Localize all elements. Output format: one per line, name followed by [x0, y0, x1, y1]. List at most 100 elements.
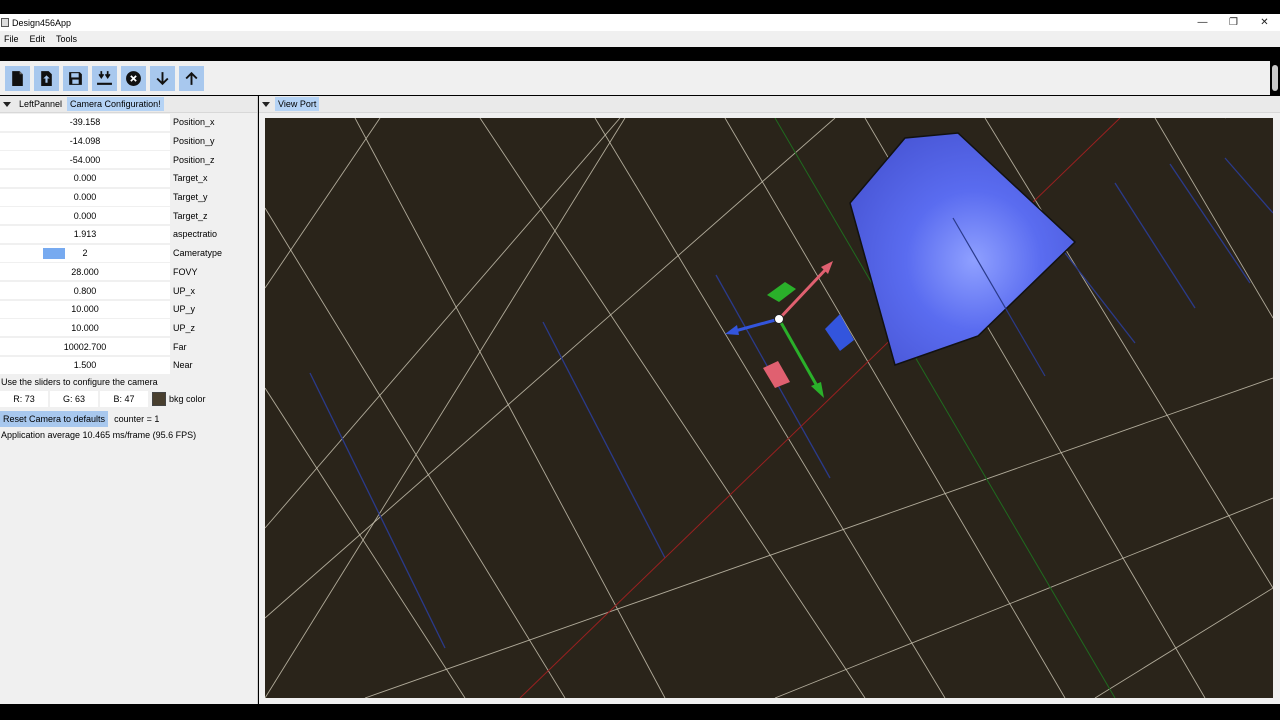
camera-value-text: 1.500 [73, 360, 97, 371]
gizmo-center-handle[interactable] [774, 314, 784, 324]
camera-value-text: 0.000 [73, 192, 97, 203]
camera-value-slider[interactable]: -39.158 [0, 113, 170, 131]
camera-value-text: -14.098 [69, 136, 101, 147]
camera-field-row: 2 Cameratype [0, 244, 257, 263]
camera-field-row: 1.500 Near [0, 356, 257, 375]
scene-3d[interactable] [265, 118, 1273, 698]
camera-field-label: UP_y [173, 304, 196, 315]
counter-text: counter = 1 [114, 413, 160, 424]
camera-value-text: -54.000 [69, 154, 101, 165]
maximize-icon: ❐ [1229, 17, 1238, 28]
bkg-red-input[interactable]: R: 73 [0, 391, 48, 408]
camera-field-row: 10002.700 Far [0, 337, 257, 356]
arrow-up-icon [185, 71, 198, 85]
camera-field-row: -14.098 Position_y [0, 132, 257, 151]
viewport-canvas[interactable] [265, 118, 1273, 698]
tab-camera-configuration[interactable]: Camera Configuration! [67, 97, 164, 111]
bkg-green-input[interactable]: G: 63 [50, 391, 98, 408]
minimize-button[interactable]: — [1187, 14, 1218, 31]
collapse-arrow-icon[interactable] [3, 101, 11, 107]
camera-field-label: Target_x [173, 173, 208, 184]
camera-value-text: 10002.700 [63, 341, 107, 352]
arrow-down-icon [156, 71, 169, 85]
camera-type-slider-grab[interactable] [43, 247, 65, 259]
save-all-button[interactable] [92, 65, 117, 91]
camera-fields: -39.158 Position_x -14.098 Position_y -54.00… [0, 113, 257, 375]
menu-tools[interactable]: Tools [52, 34, 82, 44]
reset-row: Reset Camera to defaults counter = 1 [0, 410, 257, 428]
camera-field-label: FOVY [173, 266, 198, 277]
camera-value-slider[interactable]: 2 [0, 244, 170, 262]
camera-field-row: 0.000 Target_z [0, 206, 257, 225]
viewport-collapse-icon[interactable] [262, 101, 270, 107]
camera-field-label: Cameratype [173, 248, 223, 259]
new-file-button[interactable] [5, 65, 30, 91]
slider-hint: Use the sliders to configure the camera [1, 377, 158, 388]
left-panel: LeftPannel Camera Configuration! -39.158… [0, 96, 258, 704]
tab-leftpannel[interactable]: LeftPannel [16, 97, 65, 111]
save-icon [69, 71, 82, 85]
move-up-button[interactable] [179, 65, 204, 91]
close-doc-button[interactable] [121, 65, 146, 91]
open-file-icon [41, 70, 52, 86]
camera-field-row: 10.000 UP_y [0, 300, 257, 319]
camera-value-slider[interactable]: 0.800 [0, 282, 170, 300]
camera-value-slider[interactable]: 1.500 [0, 356, 170, 374]
bkg-color-row: R: 73 G: 63 B: 47 bkg color [0, 390, 257, 409]
app-icon [1, 18, 9, 27]
camera-value-slider[interactable]: 10.000 [0, 319, 170, 337]
viewport-tabs: View Port [259, 96, 1280, 113]
camera-value-slider[interactable]: 0.000 [0, 207, 170, 225]
camera-value-text: 0.000 [73, 173, 97, 184]
camera-field-label: UP_x [173, 285, 196, 296]
toolbar [0, 61, 1270, 95]
close-icon: ✕ [1260, 17, 1269, 28]
window-controls: — ❐ ✕ [1187, 14, 1280, 31]
camera-value-text: 1.913 [73, 229, 97, 240]
top-black-bar [0, 0, 1280, 14]
camera-field-row: -54.000 Position_z [0, 150, 257, 169]
viewport-panel: View Port [259, 96, 1280, 704]
window-title: Design456App [12, 17, 72, 28]
scene-background [265, 118, 1273, 698]
camera-value-slider[interactable]: 1.913 [0, 225, 170, 243]
camera-field-label: UP_z [173, 322, 196, 333]
bkg-color-swatch[interactable] [152, 392, 166, 407]
camera-field-label: Target_z [173, 210, 208, 221]
camera-value-text: 28.000 [71, 266, 99, 277]
save-button[interactable] [63, 65, 88, 91]
camera-value-slider[interactable]: 10.000 [0, 300, 170, 318]
camera-field-row: 0.000 Target_y [0, 188, 257, 207]
camera-value-slider[interactable]: 28.000 [0, 263, 170, 281]
scrollbar[interactable] [1272, 65, 1278, 91]
menu-edit[interactable]: Edit [26, 34, 51, 44]
camera-field-label: aspectratio [173, 229, 218, 240]
camera-value-slider[interactable]: 0.000 [0, 169, 170, 187]
camera-field-row: 28.000 FOVY [0, 263, 257, 282]
bkg-color-label: bkg color [169, 394, 206, 405]
bkg-blue-input[interactable]: B: 47 [100, 391, 148, 408]
maximize-button[interactable]: ❐ [1218, 14, 1249, 31]
title-bar: Design456App — ❐ ✕ [0, 14, 1280, 31]
camera-value-text: 10.000 [71, 322, 99, 333]
camera-value-slider[interactable]: 10002.700 [0, 338, 170, 356]
menu-bar: File Edit Tools [0, 31, 1280, 47]
minimize-icon: — [1197, 17, 1208, 28]
open-file-button[interactable] [34, 65, 59, 91]
camera-field-label: Target_y [173, 192, 208, 203]
camera-field-row: 0.000 Target_x [0, 169, 257, 188]
camera-value-slider[interactable]: -54.000 [0, 151, 170, 169]
camera-value-slider[interactable]: -14.098 [0, 132, 170, 150]
camera-value-text: 10.000 [71, 304, 99, 315]
move-down-button[interactable] [150, 65, 175, 91]
tab-view-port[interactable]: View Port [275, 97, 320, 111]
reset-camera-button[interactable]: Reset Camera to defaults [0, 410, 109, 427]
save-all-icon [97, 70, 112, 85]
bottom-black-bar [0, 704, 1280, 720]
left-panel-tabs: LeftPannel Camera Configuration! [0, 96, 257, 113]
camera-value-text: 2 [82, 248, 88, 259]
camera-value-slider[interactable]: 0.000 [0, 188, 170, 206]
menu-file[interactable]: File [0, 34, 24, 44]
camera-field-row: -39.158 Position_x [0, 113, 257, 132]
close-button[interactable]: ✕ [1249, 14, 1280, 31]
